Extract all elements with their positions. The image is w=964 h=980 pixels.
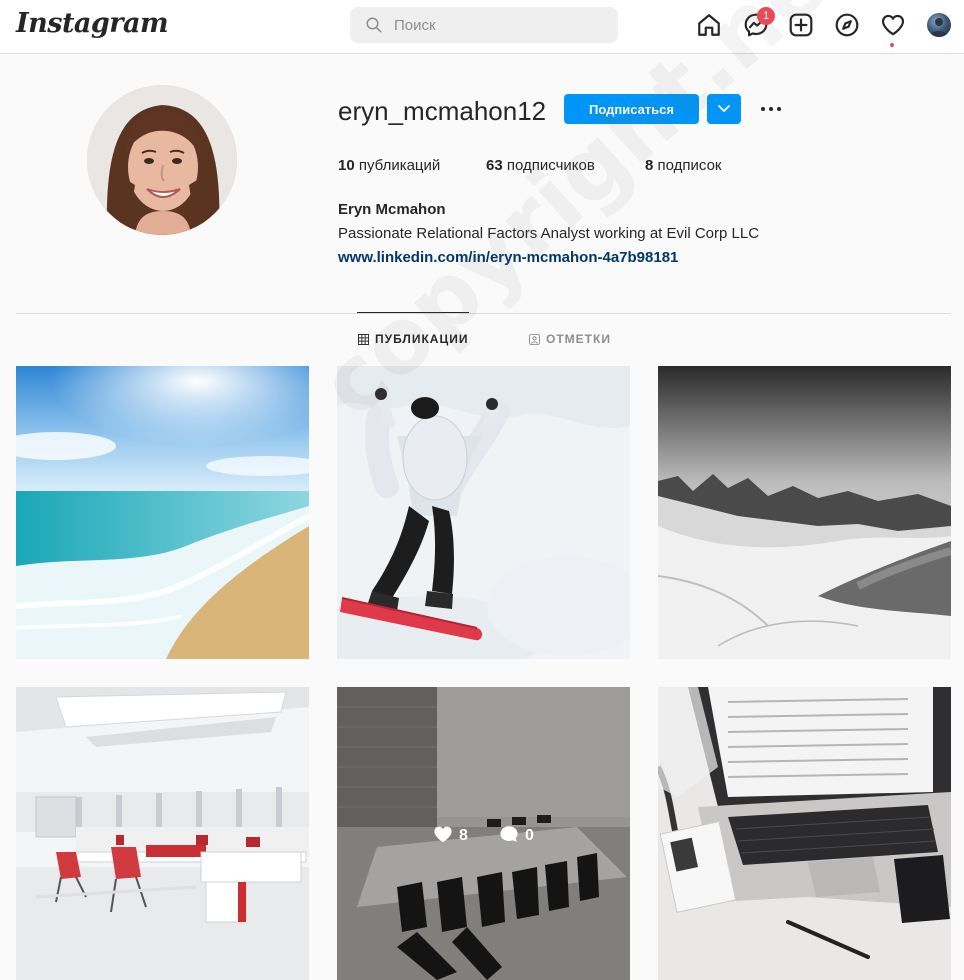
comments-count-overlay: 0 [499,825,534,845]
comment-filled-icon [500,826,518,842]
following-stat[interactable]: 8 подписок [645,157,721,174]
posts-count: 10 [338,157,355,174]
followers-count: 63 [486,157,503,174]
follow-button[interactable]: Подписаться [564,94,699,124]
likes-count-overlay: 8 [433,825,468,845]
followers-label: подписчиков [506,157,595,174]
suggestions-dropdown-button[interactable] [707,94,741,124]
chevron-down-icon [718,105,730,112]
profile-picture[interactable] [87,85,237,235]
tab-tagged[interactable]: ОТМЕТКИ [529,332,611,346]
following-label: подписок [657,157,722,174]
tab-tagged-label: ОТМЕТКИ [546,332,611,346]
post-thumbnail-office[interactable] [16,687,309,980]
post-thumbnail-mountains[interactable] [658,366,951,659]
search-box[interactable] [350,7,618,43]
posts-count-stat: 10 публикаций [338,157,440,174]
active-tab-indicator [357,312,469,313]
tab-posts-label: ПУБЛИКАЦИИ [375,332,469,346]
tab-posts[interactable]: ПУБЛИКАЦИИ [358,332,468,346]
messages-badge: 1 [757,7,775,25]
more-dots-icon [761,107,781,111]
followers-stat[interactable]: 63 подписчиков [486,157,595,174]
grid-icon [358,334,369,345]
profile-avatar[interactable] [927,13,951,37]
likes-count: 8 [459,827,468,844]
activity-heart-icon[interactable] [880,12,906,38]
top-navigation-bar: Instagram 1 [0,0,964,54]
activity-dot [890,43,894,47]
tagged-person-icon [529,334,540,345]
post-thumbnail-laptop-desk[interactable] [658,687,951,980]
more-options-button[interactable] [758,98,784,120]
profile-website-link[interactable]: www.linkedin.com/in/eryn-mcmahon-4a7b981… [338,249,678,266]
profile-bio: Passionate Relational Factors Analyst wo… [338,225,760,242]
post-hover-overlay [337,687,630,980]
post-thumbnail-conference-room[interactable]: 8 0 [337,687,630,980]
home-icon[interactable] [696,12,722,38]
instagram-logo[interactable]: Instagram [16,8,169,39]
comments-count: 0 [525,827,534,844]
search-input[interactable] [394,7,604,43]
explore-icon[interactable] [834,12,860,38]
profile-username: eryn_mcmahon12 [338,96,547,126]
post-thumbnail-beach[interactable] [16,366,309,659]
search-icon [366,17,382,33]
tabs-divider [16,313,951,314]
profile-full-name: Eryn Mcmahon [338,201,446,218]
posts-label: публикаций [358,157,441,174]
post-thumbnail-snowboarder[interactable] [337,366,630,659]
heart-filled-icon [434,826,452,843]
following-count: 8 [645,157,654,174]
new-post-icon[interactable] [788,12,814,38]
